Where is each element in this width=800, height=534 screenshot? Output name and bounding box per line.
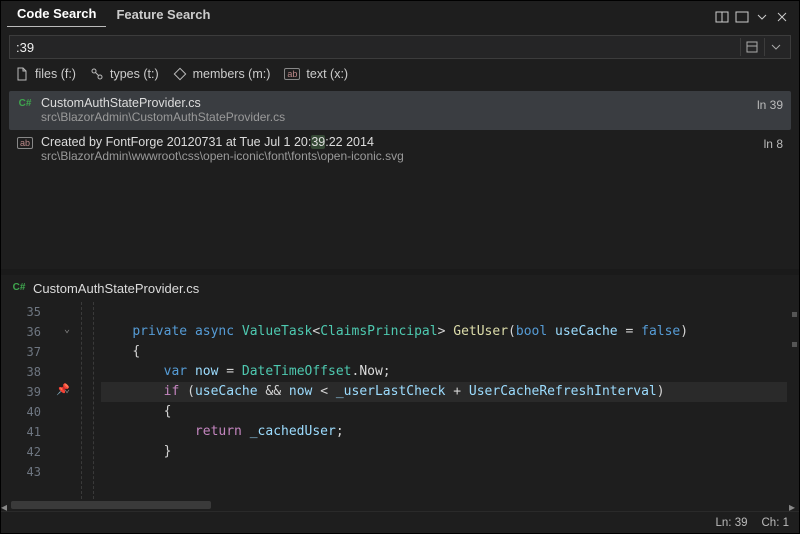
result-line-label: ln 39 (743, 96, 783, 112)
window-dock-icon[interactable] (735, 10, 749, 27)
horizontal-scrollbar[interactable]: ◂ ▸ (1, 499, 799, 511)
filter-files[interactable]: files (f:) (15, 67, 76, 81)
result-subtitle: src\BlazorAdmin\wwwroot\css\open-iconic\… (41, 149, 735, 163)
window-layout-icon[interactable] (715, 10, 729, 27)
result-title: CustomAuthStateProvider.cs (41, 96, 735, 110)
tab-feature-search[interactable]: Feature Search (106, 3, 220, 27)
tab-bar: Code Search Feature Search (1, 1, 799, 27)
result-item[interactable]: C# CustomAuthStateProvider.cs src\Blazor… (9, 91, 791, 130)
preview-header: C# CustomAuthStateProvider.cs (1, 275, 799, 302)
text-icon: ab (284, 68, 300, 80)
text-match-icon: ab (17, 137, 33, 149)
filter-types[interactable]: types (t:) (90, 67, 159, 81)
search-dropdown-icon[interactable] (764, 38, 786, 56)
filter-row: files (f:) types (t:) members (m:) ab te… (1, 59, 799, 91)
status-col: Ch: 1 (762, 517, 790, 529)
status-line: Ln: 39 (716, 517, 748, 529)
tab-code-search[interactable]: Code Search (7, 2, 106, 27)
status-bar: Ln: 39 Ch: 1 (1, 511, 799, 533)
scroll-left-icon[interactable]: ◂ (1, 500, 11, 510)
code-search-window: Code Search Feature Search (0, 0, 800, 534)
scrollbar-thumb[interactable] (11, 501, 211, 509)
fold-chevron-icon[interactable]: ⌄ (64, 384, 70, 395)
csharp-icon: C# (11, 282, 27, 296)
filter-files-label: files (f:) (35, 67, 76, 81)
filter-members-label: members (m:) (193, 67, 271, 81)
dropdown-icon[interactable] (755, 10, 769, 27)
scroll-right-icon[interactable]: ▸ (789, 500, 799, 510)
search-scope-icon[interactable] (740, 38, 762, 56)
filter-text[interactable]: ab text (x:) (284, 67, 348, 81)
code-body: private async ValueTask<ClaimsPrincipal>… (101, 302, 787, 482)
line-gutter: 353637383940414243 (1, 302, 61, 499)
result-subtitle: src\BlazorAdmin\CustomAuthStateProvider.… (41, 110, 735, 124)
csharp-icon: C# (17, 98, 33, 112)
minimap[interactable] (789, 302, 799, 499)
search-row (9, 35, 791, 59)
filter-text-label: text (x:) (306, 67, 348, 81)
result-title: Created by FontForge 20120731 at Tue Jul… (41, 135, 735, 149)
code-preview[interactable]: 353637383940414243 private async ValueTa… (1, 302, 799, 499)
close-icon[interactable] (775, 10, 789, 27)
results-list: C# CustomAuthStateProvider.cs src\Blazor… (1, 91, 799, 169)
search-input[interactable] (10, 36, 740, 58)
filter-members[interactable]: members (m:) (173, 67, 271, 81)
filter-types-label: types (t:) (110, 67, 159, 81)
result-line-label: ln 8 (743, 135, 783, 151)
fold-chevron-icon[interactable]: ⌄ (64, 324, 70, 335)
result-item[interactable]: ab Created by FontForge 20120731 at Tue … (9, 130, 791, 169)
preview-filename: CustomAuthStateProvider.cs (33, 281, 199, 296)
